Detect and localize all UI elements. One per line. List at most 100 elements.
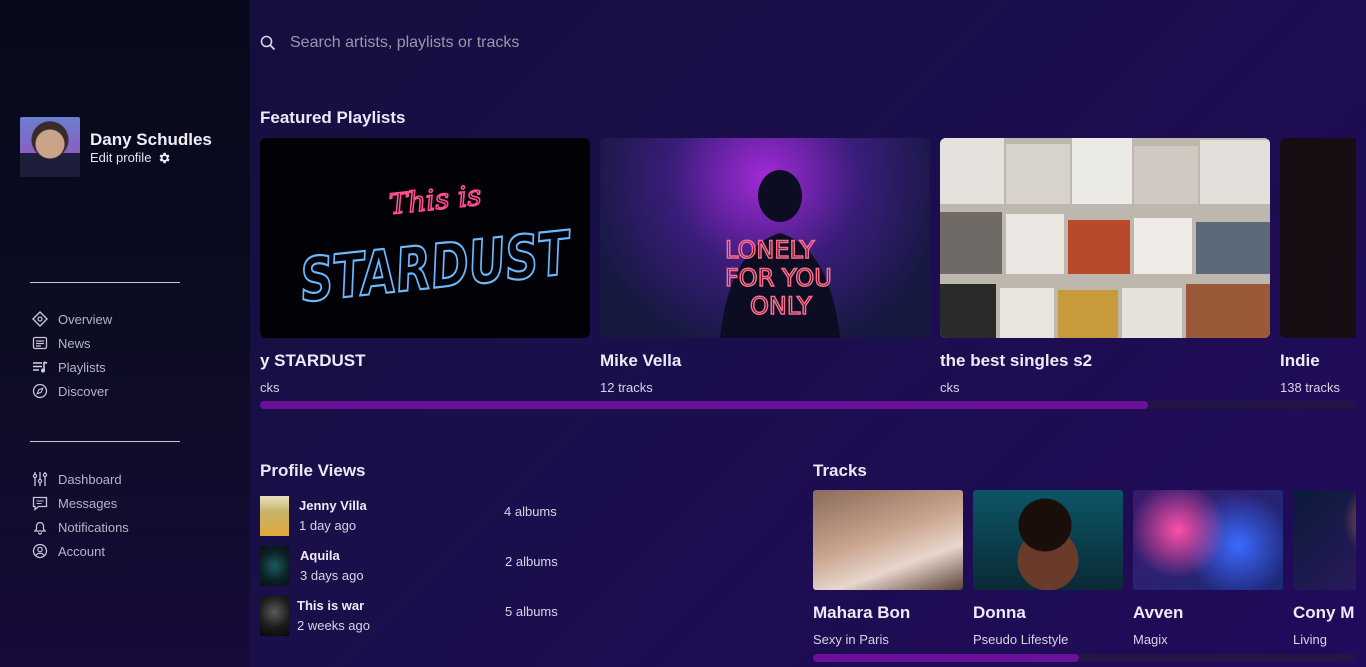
nav-label: Discover (58, 383, 109, 399)
avatar[interactable] (20, 117, 80, 177)
sidebar-divider (30, 282, 180, 283)
playlist-cover (1280, 138, 1356, 338)
profile-views-title: Profile Views (260, 461, 366, 480)
nav-label: Messages (58, 495, 118, 511)
playlist-card[interactable]: Indie 138 tracks (1280, 138, 1356, 395)
tracks-title: Tracks (813, 461, 867, 480)
nav-item-overview[interactable]: Overview (32, 307, 112, 331)
chat-icon (32, 496, 48, 511)
nav-label: Dashboard (58, 471, 122, 487)
listener-time: 1 day ago (299, 518, 357, 533)
primary-nav: Overview News Playlists Discover (32, 307, 112, 403)
newspaper-icon (32, 336, 48, 350)
playlist-subtitle: cks (260, 380, 280, 395)
listener-time: 2 weeks ago (297, 618, 370, 633)
nav-label: Notifications (58, 519, 129, 535)
track-cover (813, 490, 963, 590)
nav-item-playlists[interactable]: Playlists (32, 355, 112, 379)
track-card[interactable]: Avven Magix (1133, 490, 1283, 647)
listener-avatar (260, 546, 289, 586)
list-item[interactable]: Aquila 3 days ago 2 albums (260, 546, 580, 586)
track-card[interactable]: Cony M Living (1293, 490, 1356, 647)
nav-label: Overview (58, 311, 113, 327)
featured-scrollbar-thumb[interactable] (260, 401, 1148, 409)
search-input[interactable] (290, 34, 790, 52)
sidebar: Dany Schudles Edit profile Overview News… (0, 0, 250, 667)
tracks-scrollbar[interactable] (813, 654, 1356, 662)
discover-compass-icon (32, 383, 48, 399)
svg-text:STARDUST: STARDUST (297, 218, 576, 316)
track-cover (1293, 490, 1356, 590)
svg-text:LONELY: LONELY (725, 236, 815, 264)
track-name: Cony M (1293, 603, 1355, 622)
nav-item-account[interactable]: Account (32, 539, 129, 563)
playlist-subtitle: cks (940, 380, 960, 395)
sliders-icon (32, 472, 48, 486)
track-card[interactable]: Donna Pseudo Lifestyle (973, 490, 1123, 647)
listener-albums: 4 albums (504, 504, 557, 519)
playlist-title: Mike Vella (600, 351, 682, 370)
svg-text:ONLY: ONLY (750, 292, 812, 320)
listener-name: Jenny Villa (299, 498, 367, 513)
track-name: Avven (1133, 603, 1184, 622)
playlist-card[interactable]: This is STARDUST y STARDUST cks (260, 138, 590, 395)
user-circle-icon (32, 543, 48, 559)
playlist-title: y STARDUST (260, 351, 366, 370)
track-name: Donna (973, 603, 1026, 622)
svg-text:FOR YOU: FOR YOU (725, 264, 832, 292)
playlist-cover: LONELY FOR YOU ONLY (600, 138, 930, 338)
listener-time: 3 days ago (300, 568, 364, 583)
playlist-cover: This is STARDUST (260, 138, 590, 338)
tracks-scrollbar-thumb[interactable] (813, 654, 1080, 662)
playlist-icon (33, 361, 48, 373)
listener-name: Aquila (300, 548, 340, 563)
playlist-subtitle: 138 tracks (1280, 380, 1340, 395)
track-cover (1133, 490, 1283, 590)
nav-item-dashboard[interactable]: Dashboard (32, 467, 129, 491)
gear-icon[interactable] (157, 151, 171, 165)
nav-item-messages[interactable]: Messages (32, 491, 129, 515)
nav-label: Playlists (58, 359, 106, 375)
playlist-cover (940, 138, 1270, 338)
nav-item-news[interactable]: News (32, 331, 112, 355)
track-album: Magix (1133, 632, 1168, 647)
user-name: Dany Schudles (90, 130, 212, 149)
playlist-title: the best singles s2 (940, 351, 1093, 370)
track-album: Living (1293, 632, 1327, 647)
svg-text:This is: This is (388, 179, 483, 221)
nav-label: News (58, 335, 91, 351)
record-crates-art (940, 138, 1270, 338)
listener-avatar (260, 596, 289, 636)
search-icon[interactable] (260, 35, 276, 51)
track-cover (973, 490, 1123, 590)
listener-name: This is war (297, 598, 365, 613)
playlist-subtitle: 12 tracks (600, 380, 653, 395)
bell-icon (33, 521, 47, 535)
list-item[interactable]: Jenny Villa 1 day ago 4 albums (260, 496, 580, 536)
nav-item-discover[interactable]: Discover (32, 379, 112, 403)
compass-diamond-icon (32, 311, 48, 327)
track-name: Mahara Bon (813, 603, 911, 622)
nav-label: Account (58, 543, 105, 559)
track-album: Pseudo Lifestyle (973, 632, 1069, 647)
listener-albums: 5 albums (505, 604, 558, 619)
nav-item-notifications[interactable]: Notifications (32, 515, 129, 539)
track-album: Sexy in Paris (813, 632, 889, 647)
track-card[interactable]: Mahara Bon Sexy in Paris (813, 490, 963, 647)
secondary-nav: Dashboard Messages Notifications Account (32, 467, 129, 563)
featured-carousel: This is STARDUST y STARDUST cks LONELY F… (260, 138, 1356, 398)
edit-profile-link[interactable]: Edit profile (90, 150, 151, 165)
featured-playlists-title: Featured Playlists (260, 108, 406, 127)
listener-avatar (260, 496, 289, 536)
playlist-card[interactable]: LONELY FOR YOU ONLY Mike Vella 12 tracks (600, 138, 930, 395)
featured-scrollbar[interactable] (260, 401, 1356, 409)
neon-sign-art: LONELY FOR YOU ONLY (720, 170, 840, 338)
neon-sign-art: This is STARDUST (296, 178, 577, 318)
tracks-carousel: Mahara Bon Sexy in Paris Donna Pseudo Li… (813, 490, 1356, 660)
sidebar-divider (30, 441, 180, 442)
playlist-card[interactable]: the best singles s2 cks (940, 138, 1270, 395)
edit-profile-row: Edit profile (90, 150, 171, 165)
playlist-title: Indie (1280, 351, 1320, 370)
list-item[interactable]: This is war 2 weeks ago 5 albums (260, 596, 580, 636)
listener-albums: 2 albums (505, 554, 558, 569)
